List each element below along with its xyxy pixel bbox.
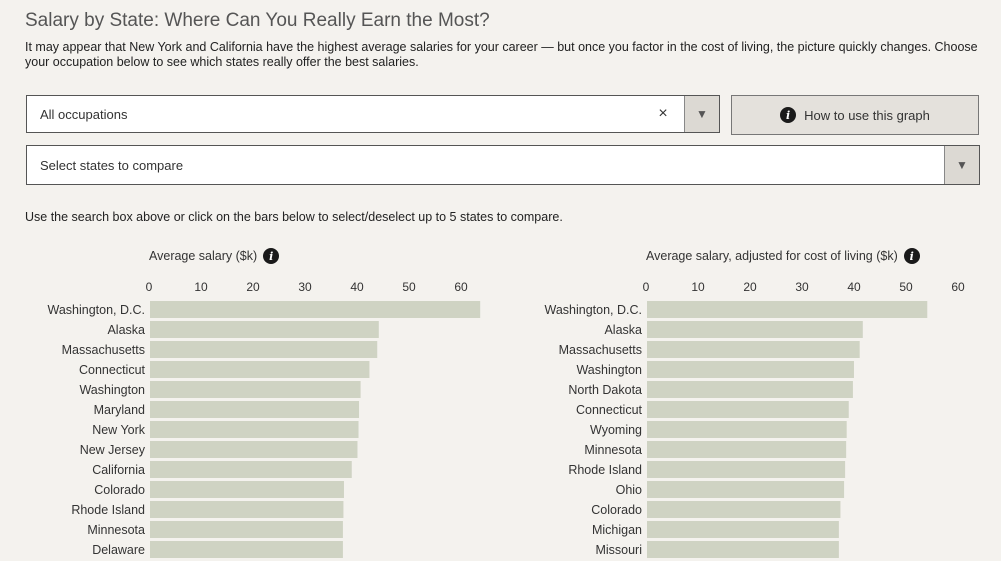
state-label: Washington, D.C. (48, 303, 146, 317)
occupation-value: All occupations (40, 106, 128, 122)
state-label: Michigan (592, 523, 642, 537)
x-tick-label: 60 (454, 280, 468, 294)
state-label: Connecticut (79, 363, 146, 377)
state-label: New Jersey (80, 443, 146, 457)
clear-icon[interactable]: × (652, 96, 674, 132)
occupation-select[interactable]: All occupations × ▼ (26, 95, 720, 133)
state-label: Connecticut (576, 403, 643, 417)
state-bar[interactable] (647, 321, 863, 338)
state-bar[interactable] (647, 441, 847, 458)
x-tick-label: 40 (847, 280, 861, 294)
state-label: Rhode Island (71, 503, 145, 517)
chevron-down-icon[interactable]: ▼ (684, 96, 719, 132)
instruction-text: Use the search box above or click on the… (25, 210, 563, 224)
state-bar[interactable] (150, 401, 360, 418)
state-bar[interactable] (150, 541, 343, 558)
state-label: Rhode Island (568, 463, 642, 477)
x-tick-label: 50 (899, 280, 913, 294)
state-label: Delaware (92, 543, 145, 557)
state-label: Maryland (94, 403, 145, 417)
state-bar[interactable] (647, 381, 853, 398)
x-tick-label: 20 (743, 280, 757, 294)
x-tick-label: 60 (951, 280, 965, 294)
state-bar[interactable] (647, 521, 839, 538)
page-title: Salary by State: Where Can You Really Ea… (25, 10, 490, 31)
page-description: It may appear that New York and Californ… (25, 40, 978, 69)
x-tick-label: 0 (643, 280, 650, 294)
state-label: New York (92, 423, 146, 437)
info-icon[interactable]: i (263, 248, 280, 264)
state-bar[interactable] (647, 501, 841, 518)
state-label: Alaska (604, 323, 642, 337)
how-to-use-button[interactable]: i How to use this graph (731, 95, 979, 135)
x-tick-label: 40 (350, 280, 364, 294)
right-chart-title: Average salary, adjusted for cost of liv… (646, 248, 920, 264)
x-tick-label: 50 (402, 280, 416, 294)
state-label: Ohio (616, 483, 642, 497)
state-bar[interactable] (150, 461, 352, 478)
state-label: North Dakota (568, 383, 642, 397)
average-salary-chart: 0 10 20 30 40 50 60 Washington, D.C. Alaska Massa… (48, 280, 481, 558)
x-tick-label: 30 (298, 280, 312, 294)
chevron-down-icon[interactable]: ▼ (944, 146, 979, 184)
x-tick-label: 0 (146, 280, 153, 294)
states-placeholder: Select states to compare (40, 157, 184, 173)
state-bar[interactable] (150, 361, 370, 378)
info-icon[interactable]: i (903, 248, 920, 264)
state-label: Washington, D.C. (545, 303, 643, 317)
state-bar[interactable] (647, 341, 860, 358)
state-bar[interactable] (150, 321, 379, 338)
state-label: Missouri (595, 543, 642, 557)
right-chart-title-text: Average salary, adjusted for cost of liv… (646, 249, 898, 263)
state-bar[interactable] (647, 421, 847, 438)
state-label: Washington (79, 383, 145, 397)
states-select[interactable]: Select states to compare ▼ (26, 145, 980, 185)
left-chart-title-text: Average salary ($k) (149, 249, 258, 263)
state-bar[interactable] (647, 301, 928, 318)
state-bar[interactable] (647, 541, 839, 558)
left-chart-title: Average salary ($k) i (149, 248, 280, 264)
x-tick-label: 30 (795, 280, 809, 294)
state-label: Washington (576, 363, 642, 377)
state-label: Massachusetts (62, 343, 145, 357)
state-label: Wyoming (590, 423, 642, 437)
state-bar[interactable] (150, 501, 344, 518)
state-bar[interactable] (647, 481, 845, 498)
state-label: Alaska (107, 323, 145, 337)
x-tick-label: 10 (691, 280, 705, 294)
state-bar[interactable] (150, 521, 343, 538)
state-bar[interactable] (647, 461, 846, 478)
x-tick-label: 20 (246, 280, 260, 294)
info-icon: i (780, 107, 797, 123)
state-bar[interactable] (150, 301, 481, 318)
state-bar[interactable] (150, 481, 344, 498)
state-bar[interactable] (647, 361, 854, 378)
state-label: California (92, 463, 145, 477)
x-tick-label: 10 (194, 280, 208, 294)
how-to-use-label: How to use this graph (804, 107, 930, 123)
state-label: Massachusetts (559, 343, 642, 357)
state-bar[interactable] (150, 421, 359, 438)
state-bar[interactable] (647, 401, 849, 418)
state-label: Minnesota (584, 443, 642, 457)
state-label: Colorado (591, 503, 642, 517)
state-bar[interactable] (150, 441, 358, 458)
state-bar[interactable] (150, 341, 378, 358)
state-label: Minnesota (87, 523, 145, 537)
state-bar[interactable] (150, 381, 361, 398)
adjusted-salary-chart: 0 10 20 30 40 50 60 Washington, D.C. Alaska Massa… (545, 280, 965, 558)
state-label: Colorado (94, 483, 145, 497)
